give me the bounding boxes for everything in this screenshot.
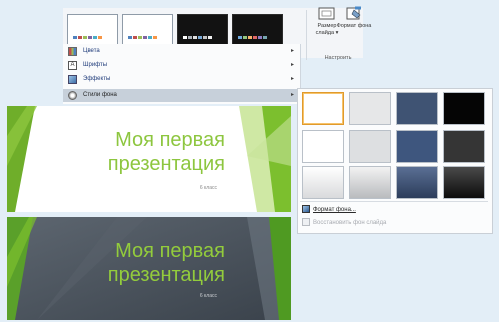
theme-variant-1[interactable] — [67, 14, 118, 46]
background-style-9[interactable] — [302, 166, 344, 199]
menu-item-label: Стили фона — [83, 92, 117, 98]
color-dot — [263, 36, 267, 39]
color-dot — [128, 36, 132, 39]
menu-item-colors[interactable]: Цвета ▸ — [63, 45, 300, 58]
background-style-11[interactable] — [396, 166, 438, 199]
format-background-button[interactable]: Формат фона — [336, 4, 372, 54]
menu-item-label: Шрифты — [83, 62, 108, 68]
background-style-8[interactable] — [443, 130, 485, 163]
customize-group-label: Настроить — [324, 55, 352, 61]
background-style-6[interactable] — [349, 130, 391, 163]
background-style-10[interactable] — [349, 166, 391, 199]
slide-title-line-2: презентация — [107, 153, 225, 175]
variant-color-dots — [183, 36, 212, 39]
color-dot — [148, 36, 152, 39]
slide-title-line-2: презентация — [107, 264, 225, 286]
slide-title-line-1: Моя первая — [115, 129, 225, 151]
slide-subtitle: 6 класс — [199, 293, 217, 299]
slide-size-label: Размер слайда — [315, 23, 337, 36]
color-dot — [153, 36, 157, 39]
fonts-icon: A — [68, 61, 77, 70]
reset-background-menu-item[interactable]: Восстановить фон слайда — [302, 218, 386, 228]
format-background-link-label: Формат фона... — [313, 207, 356, 213]
menu-item-background-styles[interactable]: Стили фона ▸ — [63, 89, 300, 102]
color-dot — [183, 36, 187, 39]
submenu-arrow-icon: ▸ — [290, 48, 294, 54]
slide-title: Моя первая презентация — [108, 239, 225, 287]
variant-color-dots — [128, 36, 157, 39]
variant-color-dots — [238, 36, 267, 39]
color-dot — [143, 36, 147, 39]
colors-icon — [68, 47, 77, 56]
menu-item-label: Эффекты — [83, 76, 111, 82]
color-dot — [238, 36, 242, 39]
slide-subtitle: 6 класс — [199, 185, 217, 191]
color-dot — [248, 36, 252, 39]
color-dot — [88, 36, 92, 39]
theme-variant-2[interactable] — [122, 14, 173, 46]
slide-title-line-1: Моя первая — [115, 240, 225, 262]
background-style-2[interactable] — [349, 92, 391, 125]
slide-thumbnail-2[interactable]: Моя первая презентация 6 класс — [7, 217, 291, 320]
gallery-divider — [300, 201, 488, 202]
color-dot — [78, 36, 82, 39]
ribbon-separator — [306, 10, 307, 60]
background-style-5[interactable] — [302, 130, 344, 163]
color-dot — [203, 36, 207, 39]
slide-size-icon — [318, 7, 335, 20]
effects-icon — [68, 75, 77, 84]
format-background-icon — [346, 6, 361, 20]
theme-variant-4[interactable] — [232, 14, 283, 46]
color-dot — [208, 36, 212, 39]
variants-dropdown-menu: Цвета ▸ A Шрифты ▸ Эффекты ▸ Стили фона … — [63, 44, 301, 104]
color-dot — [93, 36, 97, 39]
variant-color-dots — [73, 36, 102, 39]
reset-slide-icon — [302, 218, 310, 227]
slide-thumbnail-1[interactable]: Моя первая презентация 6 класс — [7, 106, 291, 212]
submenu-arrow-icon: ▸ — [290, 92, 294, 98]
background-style-3[interactable] — [396, 92, 438, 125]
color-dot — [188, 36, 192, 39]
color-dot — [198, 36, 202, 39]
slide-title: Моя первая презентация — [108, 128, 225, 176]
background-style-1[interactable] — [302, 92, 344, 125]
color-dot — [83, 36, 87, 39]
reset-background-link-label: Восстановить фон слайда — [313, 220, 387, 226]
format-background-menu-item[interactable]: Формат фона... — [302, 205, 356, 215]
submenu-arrow-icon: ▸ — [290, 62, 294, 68]
color-dot — [73, 36, 77, 39]
menu-item-effects[interactable]: Эффекты ▸ — [63, 73, 300, 86]
color-dot — [98, 36, 102, 39]
color-dot — [243, 36, 247, 39]
paint-bucket-icon — [302, 205, 310, 214]
color-dot — [258, 36, 262, 39]
menu-item-label: Цвета — [83, 48, 100, 54]
format-background-label: Формат фона — [336, 23, 372, 29]
color-dot — [138, 36, 142, 39]
color-dot — [253, 36, 257, 39]
color-dot — [133, 36, 137, 39]
theme-variant-3[interactable] — [177, 14, 228, 46]
background-style-4[interactable] — [443, 92, 485, 125]
background-styles-gallery: Формат фона... Восстановить фон слайда — [297, 88, 493, 234]
background-style-7[interactable] — [396, 130, 438, 163]
background-style-12[interactable] — [443, 166, 485, 199]
background-styles-icon — [68, 91, 77, 100]
color-dot — [193, 36, 197, 39]
submenu-arrow-icon: ▸ — [290, 76, 294, 82]
menu-item-fonts[interactable]: A Шрифты ▸ — [63, 59, 300, 72]
